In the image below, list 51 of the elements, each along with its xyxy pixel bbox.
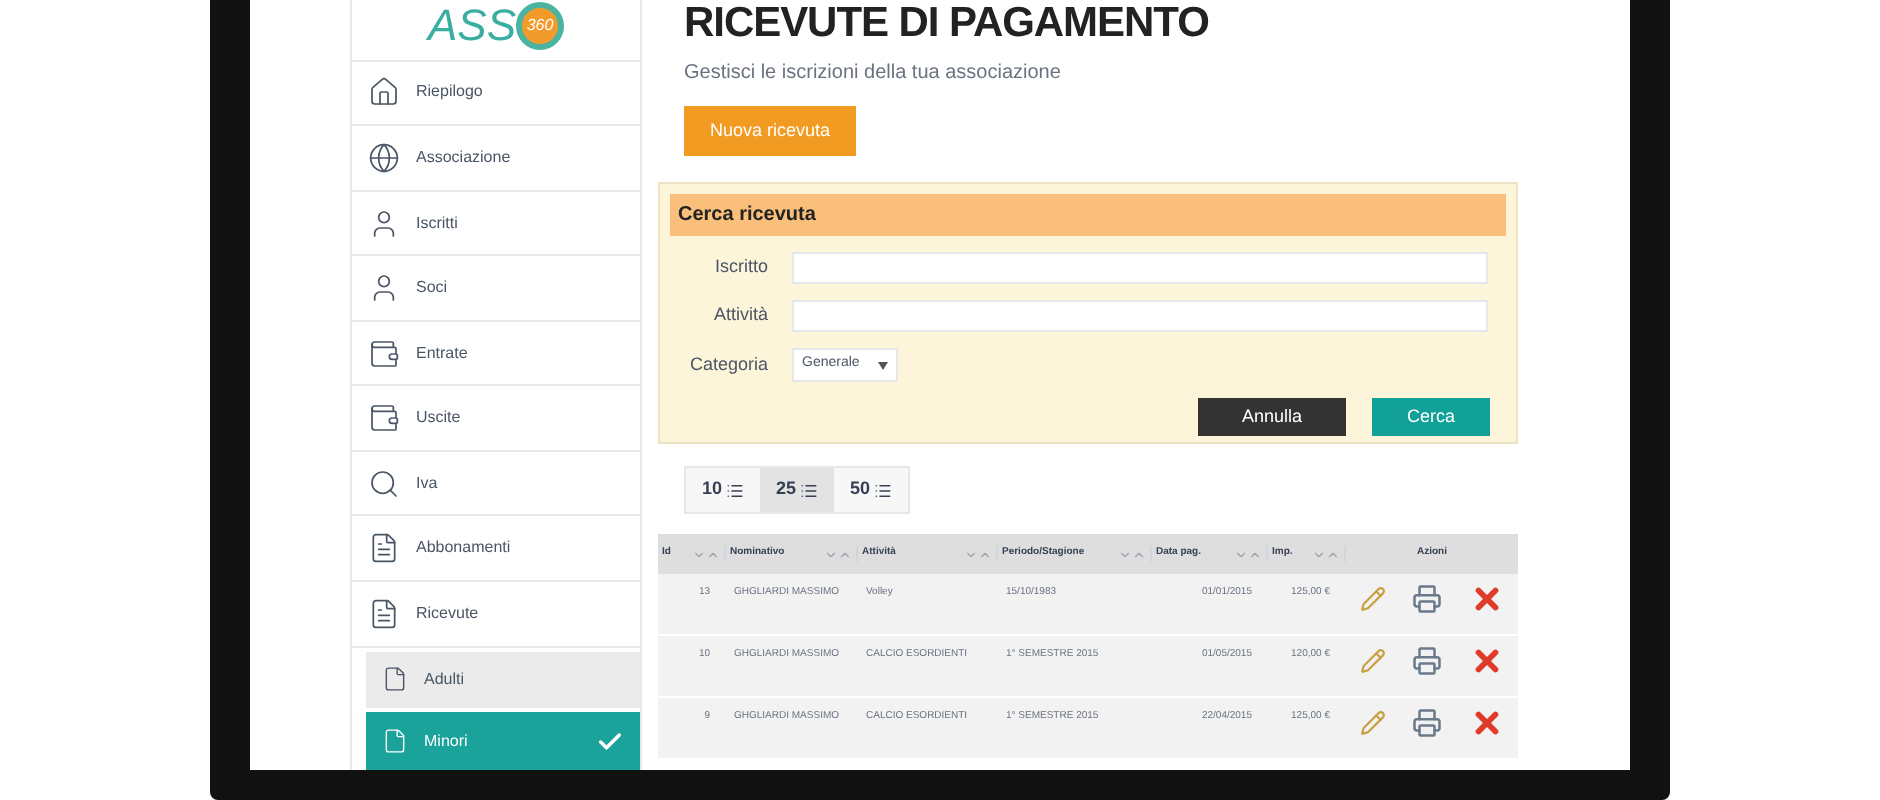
menu-icon <box>368 402 400 435</box>
sidebar-item[interactable]: Iva <box>352 451 640 517</box>
sidebar-item[interactable]: Associazione <box>352 126 640 192</box>
text-field[interactable] <box>792 300 1488 332</box>
menu-icon <box>368 532 400 565</box>
text-field[interactable] <box>792 252 1488 284</box>
menu-icon <box>368 467 400 500</box>
sort-icon[interactable] <box>1118 547 1146 561</box>
sidebar-item[interactable]: Ricevute <box>352 582 640 648</box>
field-label: Categoria <box>687 351 768 378</box>
edit-icon[interactable] <box>1359 710 1386 736</box>
page-title: RICEVUTE DI PAGAMENTO <box>684 0 1211 48</box>
sort-icon[interactable] <box>692 547 720 561</box>
page-subtitle: Gestisci le iscrizioni della tua associazione <box>684 60 1063 88</box>
list-icon <box>800 481 819 499</box>
sidebar-item[interactable]: Uscite <box>352 386 640 452</box>
panel-title: Cerca ricevuta <box>678 202 816 230</box>
print-icon[interactable] <box>1412 584 1443 614</box>
document-icon <box>382 666 408 693</box>
sort-icon[interactable] <box>1234 547 1262 561</box>
check-icon <box>596 727 624 756</box>
submenu-item[interactable]: Adulti <box>366 651 640 709</box>
field-label: Attività <box>711 302 768 329</box>
print-icon[interactable] <box>1412 646 1443 676</box>
sidebar-item[interactable]: Abbonamenti <box>352 516 640 583</box>
list-icon <box>874 481 893 499</box>
page-size-button[interactable]: 25 <box>760 468 835 512</box>
menu-icon <box>368 272 400 305</box>
sort-icon[interactable] <box>1312 547 1340 561</box>
page-size-button[interactable]: 50 <box>834 468 909 512</box>
sidebar-item[interactable]: Soci <box>352 256 640 322</box>
cancel-button[interactable]: Annulla <box>1198 398 1346 436</box>
sidebar-item[interactable]: Iscritti <box>352 191 640 257</box>
field-label: Iscritto <box>712 254 768 281</box>
list-icon <box>726 481 745 499</box>
sidebar-item[interactable]: Riepilogo <box>352 61 640 127</box>
document-icon <box>382 728 408 755</box>
menu-icon <box>368 337 400 370</box>
menu-icon <box>368 597 400 630</box>
menu-icon <box>368 207 400 239</box>
sort-icon[interactable] <box>824 547 852 561</box>
logo: ASS 360 <box>427 0 565 52</box>
print-icon[interactable] <box>1412 708 1443 738</box>
sidebar-item[interactable]: Entrate <box>352 321 640 387</box>
edit-icon[interactable] <box>1359 586 1386 612</box>
menu-icon <box>368 76 400 109</box>
dropdown-arrow-icon <box>878 361 888 369</box>
edit-icon[interactable] <box>1359 648 1386 674</box>
menu-icon <box>368 141 400 174</box>
page-size-button[interactable]: 10 <box>686 468 761 512</box>
sort-icon[interactable] <box>964 547 992 561</box>
